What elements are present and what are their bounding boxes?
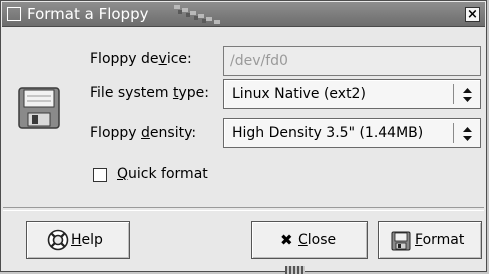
help-lifebuoy-icon: [47, 229, 69, 251]
help-button[interactable]: Help: [26, 221, 130, 259]
updown-arrows-icon: [463, 88, 472, 102]
updown-arrows-icon: [463, 127, 472, 141]
close-x-icon: ✖: [280, 231, 293, 249]
floppy-device-field: /dev/fd0: [223, 46, 481, 76]
format-button[interactable]: Format: [378, 221, 482, 259]
window-title: Format a Floppy: [27, 5, 149, 23]
file-system-type-label: File system type:: [90, 85, 209, 101]
window-menu-button[interactable]: [7, 7, 21, 21]
titlebar-decoration-icon: [174, 5, 220, 24]
separator: [3, 207, 484, 211]
file-system-type-value: Linux Native (ext2): [232, 86, 366, 102]
help-button-label: Help: [71, 232, 103, 248]
floppy-density-value: High Density 3.5" (1.44MB): [232, 125, 424, 141]
floppy-device-label: Floppy device:: [90, 51, 192, 67]
close-button-label: Close: [298, 232, 337, 248]
window-close-button[interactable]: ×: [465, 7, 480, 22]
format-floppy-dialog: Format a Floppy × Floppy device: /dev/fd…: [0, 0, 487, 272]
quick-format-label[interactable]: Quick format: [117, 166, 208, 182]
format-button-label: Format: [415, 232, 465, 248]
file-system-type-select[interactable]: Linux Native (ext2): [223, 79, 481, 109]
close-button[interactable]: ✖ Close: [251, 221, 368, 259]
floppy-density-select[interactable]: High Density 3.5" (1.44MB): [223, 118, 481, 148]
titlebar[interactable]: Format a Floppy ×: [2, 2, 485, 27]
background-decoration: [285, 266, 305, 274]
floppy-save-icon: [391, 231, 411, 251]
quick-format-checkbox[interactable]: [93, 168, 107, 182]
floppy-density-label: Floppy density:: [90, 125, 197, 141]
floppy-disk-icon: [18, 87, 60, 129]
